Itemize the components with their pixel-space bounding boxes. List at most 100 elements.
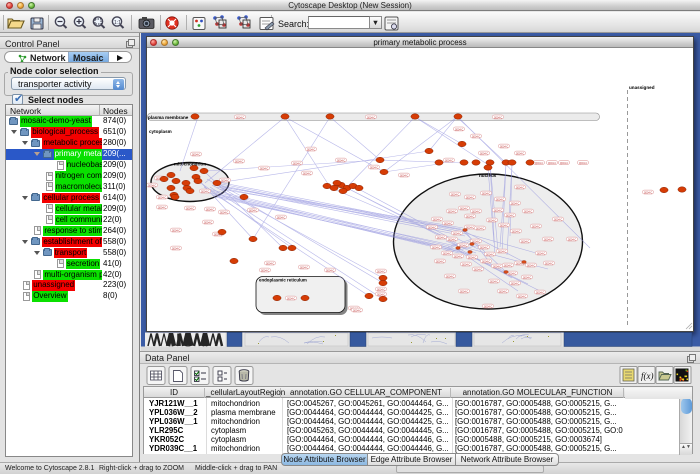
svg-text:Q004-C: Q004-C (172, 247, 181, 250)
svg-text:Q004-C: Q004-C (158, 206, 167, 209)
svg-text:Q004-C: Q004-C (536, 291, 545, 294)
svg-text:Q004-C: Q004-C (500, 145, 509, 148)
svg-text:Q004-C: Q004-C (472, 210, 481, 213)
svg-text:Q004-C: Q004-C (466, 196, 475, 199)
svg-text:Q004-C: Q004-C (499, 290, 508, 293)
svg-text:Q004-C: Q004-C (490, 280, 499, 283)
svg-text:Q004-C: Q004-C (367, 116, 376, 119)
svg-text:Q004-C: Q004-C (560, 162, 569, 165)
svg-text:Q004-C: Q004-C (579, 162, 588, 165)
svg-text:Q004-C: Q004-C (482, 260, 491, 263)
svg-text:Q004-C: Q004-C (437, 236, 446, 239)
svg-text:Q004-C: Q004-C (548, 162, 557, 165)
svg-text:Q004-C: Q004-C (192, 153, 201, 156)
svg-text:Q004-C: Q004-C (436, 260, 445, 263)
svg-text:Q004-C: Q004-C (484, 305, 493, 308)
svg-text:Q004-C: Q004-C (494, 116, 503, 119)
svg-text:Q004-C: Q004-C (472, 135, 481, 138)
svg-text:nucleus: nucleus (479, 173, 497, 178)
svg-text:mitochondrion: mitochondrion (174, 162, 206, 167)
svg-text:Q004-C: Q004-C (377, 293, 386, 296)
svg-text:Q004-C: Q004-C (443, 252, 452, 255)
svg-text:Q004-C: Q004-C (300, 266, 309, 269)
svg-text:Q004-C: Q004-C (453, 232, 462, 235)
svg-text:Q004-C: Q004-C (468, 256, 477, 259)
svg-text:Q004-C: Q004-C (466, 226, 475, 229)
svg-text:Q004-C: Q004-C (524, 210, 533, 213)
svg-text:Q004-C: Q004-C (455, 128, 464, 131)
svg-text:Q004-C: Q004-C (518, 295, 527, 298)
svg-text:Q004-C: Q004-C (206, 208, 215, 211)
svg-text:Q004-C: Q004-C (459, 244, 468, 247)
svg-text:Q004-C: Q004-C (512, 230, 521, 233)
svg-text:Q004-C: Q004-C (326, 269, 335, 272)
svg-text:Q004-C: Q004-C (537, 252, 546, 255)
svg-text:Q004-C: Q004-C (377, 270, 386, 273)
svg-text:Q004-C: Q004-C (545, 262, 554, 265)
svg-text:Q004-C: Q004-C (488, 219, 497, 222)
svg-text:Q004-C: Q004-C (535, 162, 544, 165)
svg-text:Q004-C: Q004-C (448, 238, 457, 241)
svg-text:Q004-C: Q004-C (454, 255, 463, 258)
svg-text:plasma membrane: plasma membrane (148, 115, 189, 120)
svg-text:Q004-C: Q004-C (148, 184, 157, 187)
svg-text:1:1: 1:1 (114, 20, 121, 26)
svg-text:Q004-C: Q004-C (506, 214, 515, 217)
svg-text:Q004-C: Q004-C (235, 160, 244, 163)
svg-text:Q004-C: Q004-C (494, 209, 503, 212)
svg-text:Q004-C: Q004-C (462, 263, 471, 266)
svg-text:Q004-C: Q004-C (277, 216, 286, 219)
svg-text:Q004-C: Q004-C (500, 224, 509, 227)
svg-text:Q004-C: Q004-C (523, 276, 532, 279)
svg-text:Q004-C: Q004-C (221, 179, 230, 182)
svg-text:Q004-C: Q004-C (400, 174, 409, 177)
svg-text:Q004-C: Q004-C (498, 250, 507, 253)
svg-text:Q004-C: Q004-C (370, 166, 379, 169)
svg-text:Q004-C: Q004-C (186, 207, 195, 210)
svg-text:endoplasmic reticulum: endoplasmic reticulum (259, 278, 307, 283)
svg-text:Q004-C: Q004-C (204, 221, 213, 224)
svg-text:Q004-C: Q004-C (266, 262, 275, 265)
svg-text:Q004-C: Q004-C (476, 227, 485, 230)
svg-text:Q004-C: Q004-C (554, 218, 563, 221)
svg-text:unassigned: unassigned (629, 85, 655, 90)
svg-text:Q004-C: Q004-C (474, 268, 483, 271)
svg-text:Q004-C: Q004-C (158, 196, 167, 199)
svg-text:Q004-C: Q004-C (337, 159, 346, 162)
svg-text:Q004-C: Q004-C (201, 190, 210, 193)
svg-text:Q004-C: Q004-C (544, 238, 553, 241)
svg-text:Q004-C: Q004-C (511, 282, 520, 285)
svg-text:Q004-C: Q004-C (480, 152, 489, 155)
svg-text:Q004-C: Q004-C (444, 222, 453, 225)
svg-text:Q004-C: Q004-C (644, 191, 653, 194)
svg-text:Q004-C: Q004-C (307, 148, 316, 151)
svg-text:Q004-C: Q004-C (377, 288, 386, 291)
svg-text:Q004-C: Q004-C (353, 309, 362, 312)
svg-text:Q004-C: Q004-C (521, 240, 530, 243)
svg-text:Q004-C: Q004-C (220, 211, 229, 214)
svg-text:Q004-C: Q004-C (293, 162, 302, 165)
svg-text:Q004-C: Q004-C (446, 275, 455, 278)
svg-text:Q004-C: Q004-C (433, 218, 442, 221)
svg-text:Q004-C: Q004-C (261, 269, 270, 272)
svg-text:Q004-C: Q004-C (480, 246, 489, 249)
svg-text:Q004-C: Q004-C (172, 229, 181, 232)
svg-text:Q004-C: Q004-C (532, 225, 541, 228)
svg-text:Q004-C: Q004-C (466, 215, 475, 218)
svg-text:Q004-C: Q004-C (496, 198, 505, 201)
svg-text:Q004-C: Q004-C (445, 159, 454, 162)
svg-text:Q004-C: Q004-C (249, 209, 258, 212)
svg-text:Q004-C: Q004-C (504, 264, 513, 267)
svg-text:Q004-C: Q004-C (460, 290, 469, 293)
svg-text:Q004-C: Q004-C (236, 116, 245, 119)
svg-text:Q004-C: Q004-C (516, 186, 525, 189)
svg-text:Q004-C: Q004-C (511, 202, 520, 205)
svg-text:cytoplasm: cytoplasm (149, 129, 172, 134)
svg-text:Q004-C: Q004-C (508, 272, 517, 275)
svg-text:Q004-C: Q004-C (451, 193, 460, 196)
svg-text:f(x): f(x) (641, 371, 654, 381)
svg-text:Q004-C: Q004-C (516, 152, 525, 155)
svg-text:Q004-C: Q004-C (428, 226, 437, 229)
svg-text:Q004-C: Q004-C (287, 297, 296, 300)
svg-text:Q004-C: Q004-C (260, 167, 269, 170)
